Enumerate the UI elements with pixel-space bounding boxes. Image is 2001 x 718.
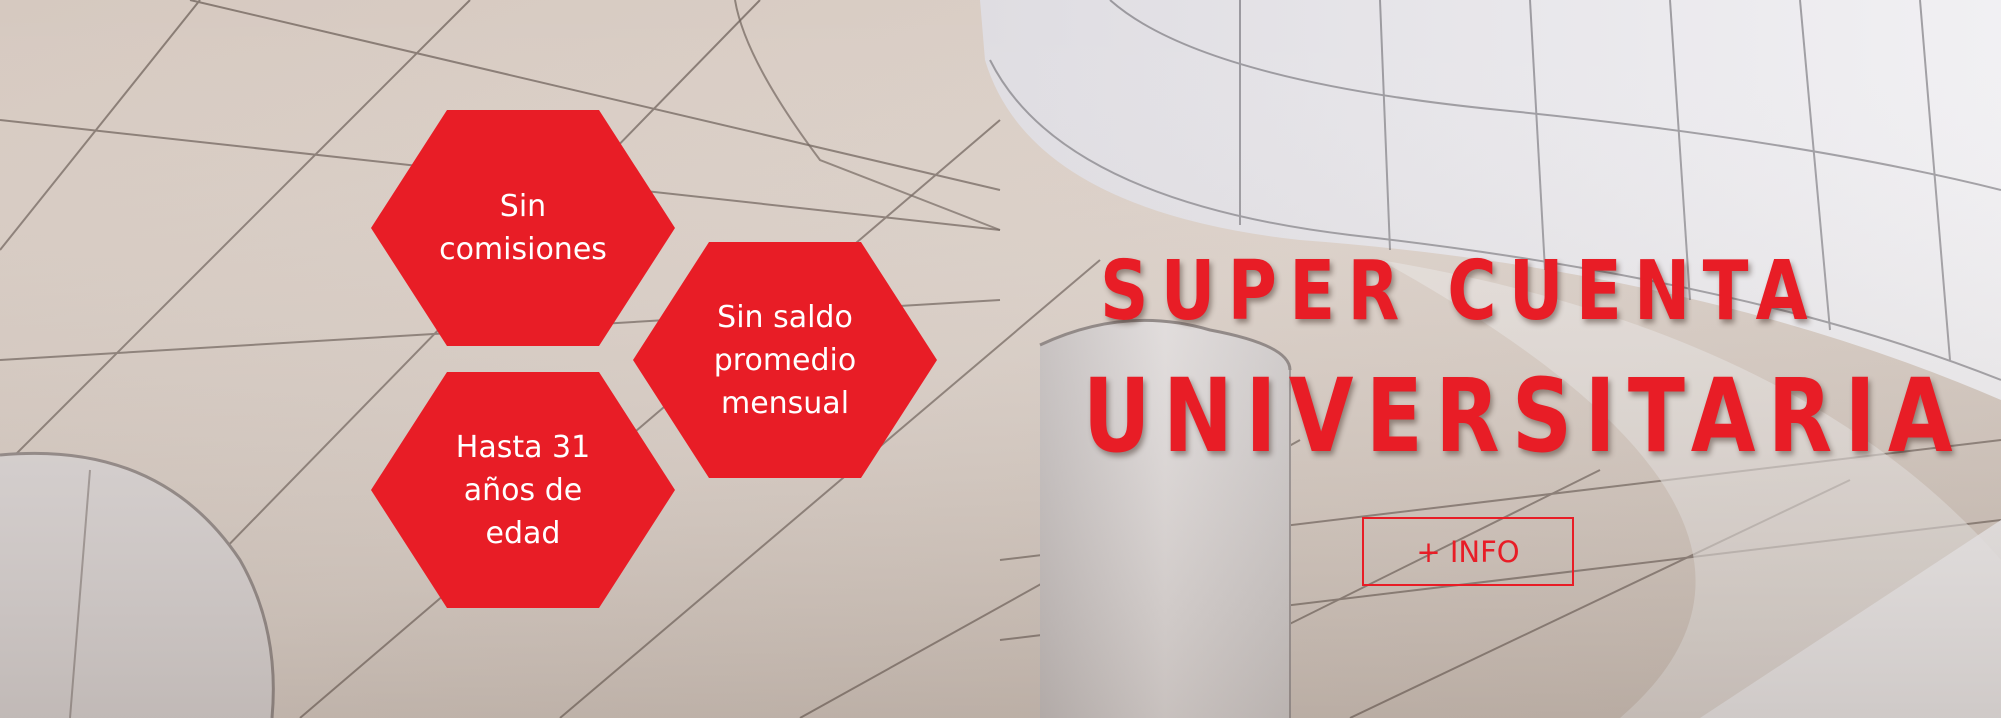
- feature-label: Sin comisiones: [439, 189, 607, 267]
- hero-banner: Sin comisiones Sin saldo promedio mensua…: [0, 0, 2001, 718]
- feature-label: Hasta 31 años de edad: [455, 429, 591, 551]
- feature-label: Sin saldo promedio mensual: [713, 299, 857, 421]
- more-info-button[interactable]: + INFO: [1362, 517, 1574, 586]
- headline-super-cuenta: SUPER CUENTA: [1100, 244, 1820, 339]
- headline-universitaria: UNIVERSITARIA: [1082, 357, 1965, 476]
